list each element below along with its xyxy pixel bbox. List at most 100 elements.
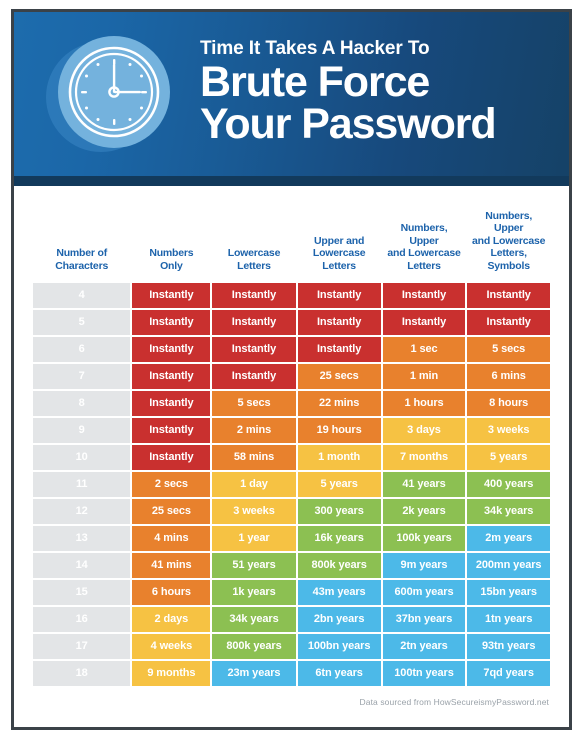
cell-crack-time: 9 months <box>132 660 211 686</box>
cell-crack-time: 23m years <box>212 660 296 686</box>
cell-character-count: 18 <box>33 660 131 686</box>
cell-crack-time: 3 days <box>382 417 466 443</box>
cell-crack-time: 1k years <box>212 579 296 605</box>
cell-crack-time: Instantly <box>467 282 550 308</box>
col-header-line: Numbers, Upper <box>485 210 533 235</box>
cell-crack-time: Instantly <box>467 309 550 335</box>
cell-crack-time: 4 weeks <box>132 633 211 659</box>
cell-crack-time: Instantly <box>297 309 381 335</box>
table-row: 16 2 days 34k years 2bn years 37bn years 1tn … <box>33 606 550 632</box>
col-header-lowercase-letters: Lowercase Letters <box>212 210 295 281</box>
table-row: 6 Instantly Instantly Instantly 1 sec 5 secs <box>33 336 550 362</box>
cell-crack-time: 41 mins <box>132 552 211 578</box>
col-header-line: Characters <box>55 259 109 272</box>
table-row: 17 4 weeks 800k years 100bn years 2tn years 9… <box>33 633 550 659</box>
cell-crack-time: 7 months <box>382 444 466 470</box>
cell-crack-time: 5 secs <box>467 336 550 362</box>
cell-crack-time: 1 month <box>297 444 381 470</box>
cell-crack-time: 25 secs <box>132 498 211 524</box>
cell-crack-time: 1 day <box>212 471 296 497</box>
cell-crack-time: 6 mins <box>467 363 550 389</box>
col-header-line: Numbers <box>149 247 194 260</box>
cell-crack-time: Instantly <box>382 309 466 335</box>
cell-crack-time: 7qd years <box>467 660 550 686</box>
header-banner: Time It Takes A Hacker To Brute Force Yo… <box>14 12 569 176</box>
page-title-line2: Your Password <box>200 100 497 149</box>
cell-character-count: 17 <box>33 633 131 659</box>
cell-character-count: 12 <box>33 498 131 524</box>
cell-crack-time: 58 mins <box>212 444 296 470</box>
cell-crack-time: 1 hours <box>382 390 466 416</box>
col-header-line: Letters <box>322 259 356 272</box>
col-header-line: Upper and <box>314 234 365 247</box>
table-row: 4 Instantly Instantly Instantly Instantly Ins… <box>33 282 550 308</box>
cell-crack-time: 1 sec <box>382 336 466 362</box>
cell-crack-time: 34k years <box>467 498 550 524</box>
poster-body: Time It Takes A Hacker To Brute Force Yo… <box>14 12 569 727</box>
col-header-line: Only <box>160 259 183 272</box>
cell-crack-time: Instantly <box>212 363 296 389</box>
col-header-line: Letters <box>237 259 271 272</box>
table-row: 7 Instantly Instantly 25 secs 1 min 6 mins <box>33 363 550 389</box>
cell-character-count: 11 <box>33 471 131 497</box>
cell-crack-time: 600m years <box>382 579 466 605</box>
col-header-line: Number of <box>56 247 108 260</box>
cell-crack-time: 100k years <box>382 525 466 551</box>
cell-crack-time: Instantly <box>382 282 466 308</box>
cell-crack-time: 200mn years <box>467 552 550 578</box>
col-header-line: Lowercase <box>312 247 366 260</box>
cell-crack-time: 2tn years <box>382 633 466 659</box>
cell-crack-time: Instantly <box>212 336 296 362</box>
header-divider-strip <box>14 176 569 186</box>
cell-character-count: 16 <box>33 606 131 632</box>
cell-crack-time: 15bn years <box>467 579 550 605</box>
cell-crack-time: 16k years <box>297 525 381 551</box>
cell-crack-time: 1tn years <box>467 606 550 632</box>
col-header-line: Lowercase <box>227 247 281 260</box>
col-header-line: and Lowercase <box>387 247 461 260</box>
cell-crack-time: Instantly <box>212 282 296 308</box>
cell-crack-time: 3 weeks <box>212 498 296 524</box>
table-area: Number of Characters Numbers Only Lowerc… <box>14 186 569 688</box>
col-header-number-of-characters: Number of Characters <box>33 210 130 281</box>
cell-crack-time: 1 year <box>212 525 296 551</box>
table-row: 12 25 secs 3 weeks 300 years 2k years 34k yea… <box>33 498 550 524</box>
data-source-note: Data sourced from HowSecureismyPassword.… <box>359 696 549 707</box>
table-row: 9 Instantly 2 mins 19 hours 3 days 3 weeks <box>33 417 550 443</box>
cell-crack-time: 9m years <box>382 552 466 578</box>
cell-character-count: 4 <box>33 282 131 308</box>
cell-crack-time: 2k years <box>382 498 466 524</box>
cell-character-count: 14 <box>33 552 131 578</box>
cell-crack-time: 5 years <box>297 471 381 497</box>
cell-crack-time: 41 years <box>382 471 466 497</box>
cell-crack-time: 51 years <box>212 552 296 578</box>
col-header-line: and Lowercase <box>472 234 546 247</box>
cell-crack-time: 8 hours <box>467 390 550 416</box>
cell-character-count: 6 <box>33 336 131 362</box>
cell-crack-time: Instantly <box>132 363 211 389</box>
clock-face-icon <box>68 46 160 138</box>
cell-crack-time: 2bn years <box>297 606 381 632</box>
cell-character-count: 7 <box>33 363 131 389</box>
table-row: 5 Instantly Instantly Instantly Instantly Ins… <box>33 309 550 335</box>
cell-crack-time: Instantly <box>297 282 381 308</box>
cell-crack-time: Instantly <box>132 417 211 443</box>
cell-crack-time: 37bn years <box>382 606 466 632</box>
cell-crack-time: 1 min <box>382 363 466 389</box>
col-header-numbers-only: Numbers Only <box>132 210 210 281</box>
table-row: 18 9 months 23m years 6tn years 100tn years 7… <box>33 660 550 686</box>
cell-crack-time: 34k years <box>212 606 296 632</box>
cell-crack-time: 3 weeks <box>467 417 550 443</box>
cell-character-count: 5 <box>33 309 131 335</box>
cell-crack-time: 43m years <box>297 579 381 605</box>
col-header-line: Letters, Symbols <box>487 247 530 272</box>
cell-character-count: 9 <box>33 417 131 443</box>
cell-crack-time: 22 mins <box>297 390 381 416</box>
cell-crack-time: Instantly <box>212 309 296 335</box>
cell-crack-time: 400 years <box>467 471 550 497</box>
cell-crack-time: 2 secs <box>132 471 211 497</box>
cell-crack-time: 2m years <box>467 525 550 551</box>
col-header-upper-and-lowercase-letters: Upper and Lowercase Letters <box>298 210 381 281</box>
table-row: 10 Instantly 58 mins 1 month 7 months 5 years <box>33 444 550 470</box>
password-crack-time-table: Number of Characters Numbers Only Lowerc… <box>31 208 552 688</box>
